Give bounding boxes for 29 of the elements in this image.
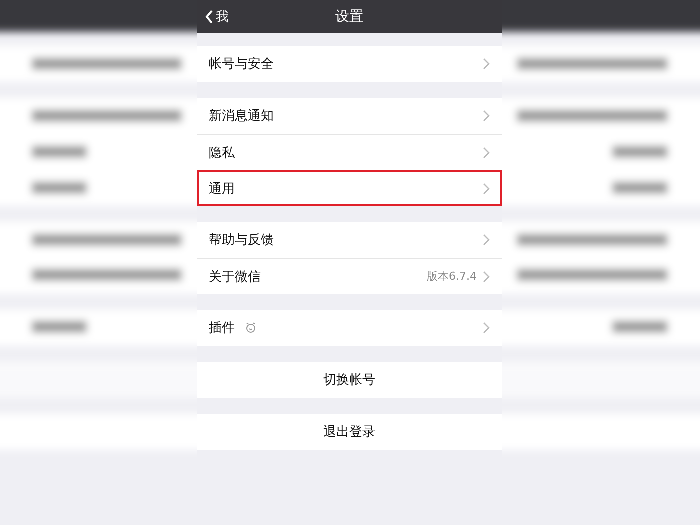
- back-label: 我: [216, 8, 229, 26]
- row-label: 通用: [209, 180, 235, 198]
- back-button[interactable]: 我: [197, 8, 229, 26]
- row-label: 插件: [209, 320, 235, 337]
- chevron-icon: [483, 322, 490, 334]
- settings-row[interactable]: 新消息通知: [197, 98, 502, 134]
- settings-row[interactable]: 插件: [197, 310, 502, 346]
- action-row[interactable]: 切换帐号: [197, 362, 502, 398]
- row-label: 新消息通知: [209, 108, 274, 125]
- back-icon: [205, 10, 214, 24]
- row-label: 帐号与安全: [209, 56, 274, 73]
- settings-row[interactable]: 帮助与反馈: [197, 222, 502, 258]
- row-label: 退出登录: [324, 424, 376, 441]
- chevron-icon: [483, 58, 490, 70]
- settings-row[interactable]: 通用: [197, 170, 502, 206]
- row-value: 版本6.7.4: [427, 269, 477, 284]
- clock-icon: [245, 322, 257, 334]
- row-label: 关于微信: [209, 268, 261, 286]
- row-label: 帮助与反馈: [209, 232, 274, 249]
- chevron-icon: [483, 146, 490, 158]
- chevron-icon: [483, 110, 490, 122]
- window-title: 设置: [336, 8, 364, 26]
- settings-row[interactable]: 帐号与安全: [197, 46, 502, 82]
- row-label: 隐私: [209, 144, 235, 162]
- chevron-icon: [483, 182, 490, 194]
- chevron-icon: [483, 270, 490, 282]
- action-row[interactable]: 退出登录: [197, 414, 502, 450]
- chevron-icon: [483, 234, 490, 246]
- row-label: 切换帐号: [324, 372, 376, 389]
